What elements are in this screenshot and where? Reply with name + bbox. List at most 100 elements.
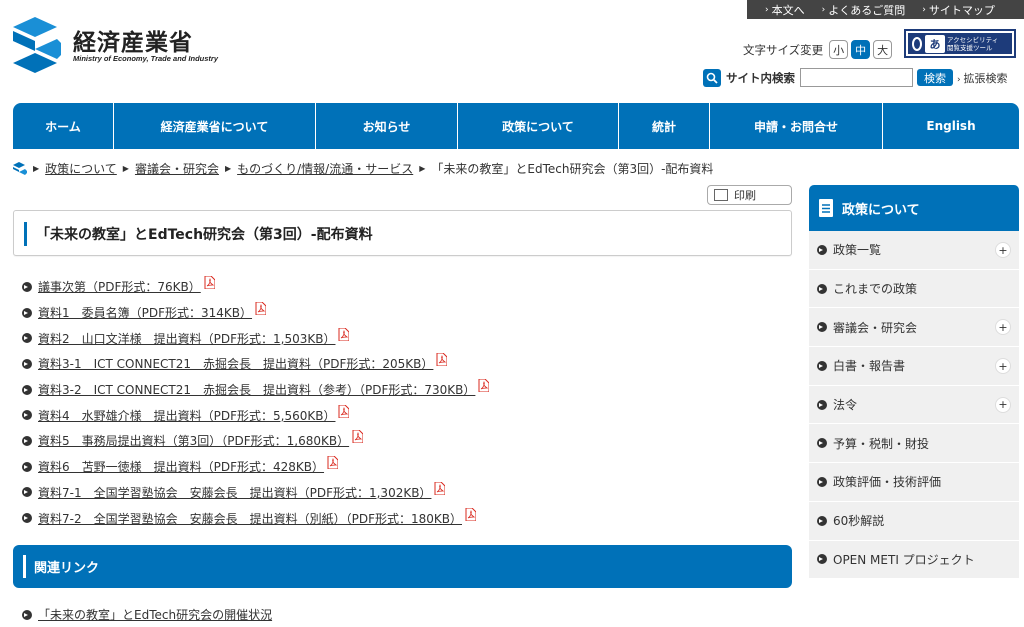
document-link[interactable]: 資料3-1 ICT CONNECT21 赤掘会長 提出資料（PDF形式：205K… (38, 355, 433, 372)
list-item: 資料7-1 全国学習塾協会 安藤会長 提出資料（PDF形式：1,302KB） (22, 480, 782, 506)
nav-item-home[interactable]: ホーム (13, 103, 114, 149)
font-size-control: 文字サイズ変更 小 中 大 (743, 40, 895, 59)
pdf-icon (255, 302, 267, 316)
font-size-medium-button[interactable]: 中 (851, 40, 871, 59)
document-link[interactable]: 資料2 山口文洋様 提出資料（PDF形式：1,503KB） (38, 330, 335, 347)
sidebar-item-laws[interactable]: 法令 + (809, 385, 1019, 425)
print-label: 印刷 (734, 189, 756, 202)
nav-item-news[interactable]: お知らせ (316, 103, 458, 149)
bullet-arrow-icon (817, 554, 827, 565)
sidebar-item-policy-list[interactable]: 政策一覧 + (809, 231, 1019, 270)
home-logo-icon[interactable] (13, 161, 27, 176)
list-item: 資料4 水野雄介様 提出資料（PDF形式：5,560KB） (22, 402, 782, 428)
sidebar-item-open-meti[interactable]: OPEN METI プロジェクト (809, 540, 1019, 580)
document-link[interactable]: 資料7-2 全国学習塾協会 安藤会長 提出資料（別紙）（PDF形式：180KB） (38, 510, 462, 527)
related-links-heading: 関連リンク (34, 561, 100, 576)
document-link[interactable]: 議事次第（PDF形式：76KB） (38, 278, 201, 295)
utility-link-sitemap[interactable]: › サイトマップ (922, 2, 995, 18)
print-button[interactable]: 印刷 (707, 185, 792, 205)
utility-link-faq[interactable]: › よくあるご質問 (822, 2, 906, 18)
search-button[interactable]: 検索 (917, 69, 953, 86)
nav-item-english[interactable]: English (883, 103, 1019, 149)
advanced-search-link[interactable]: › 拡張検索 (957, 70, 1007, 86)
nav-item-contact[interactable]: 申請・お問合せ (710, 103, 883, 149)
list-item: 資料3-2 ICT CONNECT21 赤掘会長 提出資料（参考）（PDF形式：… (22, 377, 782, 403)
accessibility-tool-button[interactable]: あ アクセシビリティ 閲覧支援ツール (904, 29, 1016, 58)
expand-plus-icon[interactable]: + (995, 396, 1011, 413)
page-title: 「未来の教室」とEdTech研究会（第3回）-配布資料 (36, 227, 373, 243)
utility-bar: › 本文へ › よくあるご質問 › サイトマップ (747, 0, 1024, 19)
pdf-icon (352, 430, 364, 444)
breadcrumb-separator-icon: ▶ (122, 164, 129, 173)
breadcrumb-link-council[interactable]: 審議会・研究会 (135, 160, 219, 177)
sidebar-item-evaluation[interactable]: 政策評価・技術評価 (809, 463, 1019, 502)
sidebar-item-councils[interactable]: 審議会・研究会 + (809, 308, 1019, 348)
list-item: 資料6 苫野一徳様 提出資料（PDF形式：428KB） (22, 454, 782, 480)
document-list: 議事次第（PDF形式：76KB） 資料1 委員名簿（PDF形式：314KB） 資… (22, 274, 782, 531)
sidebar-item-past-policies[interactable]: これまでの政策 (809, 269, 1019, 309)
bullet-arrow-icon (22, 435, 32, 446)
pdf-icon (478, 379, 490, 393)
document-link[interactable]: 資料5 事務局提出資料（第3回）（PDF形式：1,680KB） (38, 432, 349, 449)
document-link[interactable]: 資料4 水野雄介様 提出資料（PDF形式：5,560KB） (38, 407, 335, 424)
bullet-arrow-icon (817, 360, 827, 371)
speaker-icon (912, 36, 922, 51)
breadcrumb: ▶ 政策について ▶ 審議会・研究会 ▶ ものづくり/情報/流通・サービス ▶ … (13, 160, 713, 177)
breadcrumb-link-category[interactable]: ものづくり/情報/流通・サービス (237, 160, 413, 177)
chevron-right-icon: › (821, 4, 826, 15)
breadcrumb-current: 「未来の教室」とEdTech研究会（第3回）-配布資料 (431, 162, 714, 176)
breadcrumb-separator-icon: ▶ (33, 164, 40, 173)
search-input[interactable] (800, 68, 913, 87)
bullet-arrow-icon (22, 384, 32, 395)
sidebar-item-white-papers[interactable]: 白書・報告書 + (809, 347, 1019, 386)
document-link[interactable]: 資料7-1 全国学習塾協会 安藤会長 提出資料（PDF形式：1,302KB） (38, 484, 431, 501)
pdf-icon (204, 276, 215, 290)
bullet-arrow-icon (22, 487, 32, 498)
site-logo[interactable]: 経済産業省 Ministry of Economy, Trade and Ind… (13, 17, 233, 73)
expand-plus-icon[interactable]: + (995, 242, 1011, 258)
list-item: 資料3-1 ICT CONNECT21 赤掘会長 提出資料（PDF形式：205K… (22, 351, 782, 377)
bullet-arrow-icon (22, 513, 32, 524)
global-nav: ホーム 経済産業省について お知らせ 政策について 統計 申請・お問合せ Eng… (13, 103, 1019, 149)
sidebar-item-budget[interactable]: 予算・税制・財投 (809, 424, 1019, 464)
bullet-arrow-icon (22, 609, 32, 620)
nav-item-statistics[interactable]: 統計 (619, 103, 710, 149)
printer-icon (714, 189, 728, 201)
chevron-right-icon: › (922, 4, 926, 15)
pdf-icon (338, 404, 350, 418)
related-accent-bar (23, 555, 26, 578)
bullet-arrow-icon (817, 515, 827, 526)
document-icon (819, 199, 833, 217)
document-link[interactable]: 資料1 委員名簿（PDF形式：314KB） (38, 304, 252, 321)
nav-item-policy[interactable]: 政策について (458, 103, 619, 149)
document-link[interactable]: 資料3-2 ICT CONNECT21 赤掘会長 提出資料（参考）（PDF形式：… (38, 381, 475, 398)
bullet-arrow-icon (817, 438, 827, 449)
related-link-item: 「未来の教室」とEdTech研究会の開催状況 (22, 606, 272, 623)
pdf-icon (434, 481, 446, 495)
list-item: 議事次第（PDF形式：76KB） (22, 274, 782, 300)
title-accent-bar (24, 222, 27, 246)
logo-name-ja: 経済産業省 (73, 30, 193, 56)
bullet-arrow-icon (817, 399, 827, 410)
related-link[interactable]: 「未来の教室」とEdTech研究会の開催状況 (38, 606, 272, 623)
breadcrumb-link-policy[interactable]: 政策について (45, 160, 117, 177)
sidebar-heading[interactable]: 政策について (809, 185, 1019, 231)
bullet-arrow-icon (817, 244, 827, 255)
bullet-arrow-icon (22, 410, 32, 421)
utility-link-skip[interactable]: › 本文へ (765, 2, 805, 18)
bullet-arrow-icon (817, 322, 827, 333)
bullet-arrow-icon (22, 333, 32, 344)
expand-plus-icon[interactable]: + (995, 358, 1011, 375)
bullet-arrow-icon (22, 281, 32, 292)
sidebar-item-60sec[interactable]: 60秒解説 (809, 501, 1019, 541)
nav-item-about[interactable]: 経済産業省について (114, 103, 316, 149)
bullet-arrow-icon (22, 461, 32, 472)
document-link[interactable]: 資料6 苫野一徳様 提出資料（PDF形式：428KB） (38, 458, 324, 475)
font-size-large-button[interactable]: 大 (873, 40, 893, 59)
sidebar-heading-label: 政策について (842, 202, 920, 218)
pdf-icon (327, 456, 339, 470)
font-size-small-button[interactable]: 小 (829, 40, 849, 59)
accessibility-tool-label: アクセシビリティ 閲覧支援ツール (947, 35, 999, 52)
bullet-arrow-icon (817, 283, 827, 294)
expand-plus-icon[interactable]: + (995, 319, 1011, 336)
